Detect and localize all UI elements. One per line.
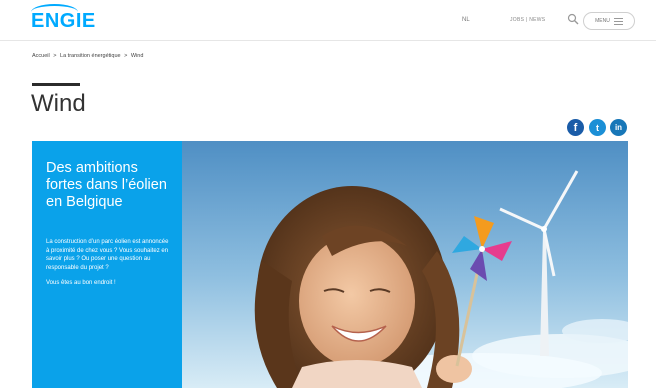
hero-photo bbox=[182, 141, 628, 388]
hamburger-icon bbox=[613, 17, 623, 25]
language-switch[interactable]: NL bbox=[462, 17, 470, 23]
site-header: ENGIE NL JOBS | NEWS MENU bbox=[0, 0, 656, 41]
title-decoration bbox=[32, 83, 80, 86]
breadcrumb-transition[interactable]: La transition énergétique bbox=[60, 53, 121, 59]
hero-closing: Vous êtes au bon endroit ! bbox=[46, 280, 116, 286]
engie-logo[interactable]: ENGIE bbox=[31, 10, 96, 33]
hero-text-panel: Des ambitions fortes dans l’éolien en Be… bbox=[32, 141, 182, 388]
hero-text: La construction d’un parc éolien est ann… bbox=[46, 238, 170, 295]
breadcrumb-separator: > bbox=[53, 53, 57, 59]
top-links[interactable]: JOBS | NEWS bbox=[510, 17, 545, 23]
breadcrumb: Accueil > La transition énergétique > Wi… bbox=[32, 53, 143, 59]
hero-heading: Des ambitions fortes dans l’éolien en Be… bbox=[46, 160, 167, 210]
hero-paragraph: La construction d’un parc éolien est ann… bbox=[46, 239, 169, 271]
search-icon[interactable] bbox=[567, 13, 579, 25]
facebook-icon[interactable]: f bbox=[567, 119, 584, 136]
breadcrumb-current: Wind bbox=[130, 53, 144, 59]
breadcrumb-home[interactable]: Accueil bbox=[32, 53, 50, 59]
twitter-icon[interactable]: t bbox=[589, 119, 606, 136]
menu-label: MENU bbox=[595, 18, 610, 24]
menu-button[interactable]: MENU bbox=[583, 12, 635, 30]
hero-banner: Des ambitions fortes dans l’éolien en Be… bbox=[32, 141, 628, 388]
breadcrumb-separator: > bbox=[124, 53, 128, 59]
linkedin-icon[interactable]: in bbox=[610, 119, 627, 136]
page-title: Wind bbox=[31, 90, 86, 117]
